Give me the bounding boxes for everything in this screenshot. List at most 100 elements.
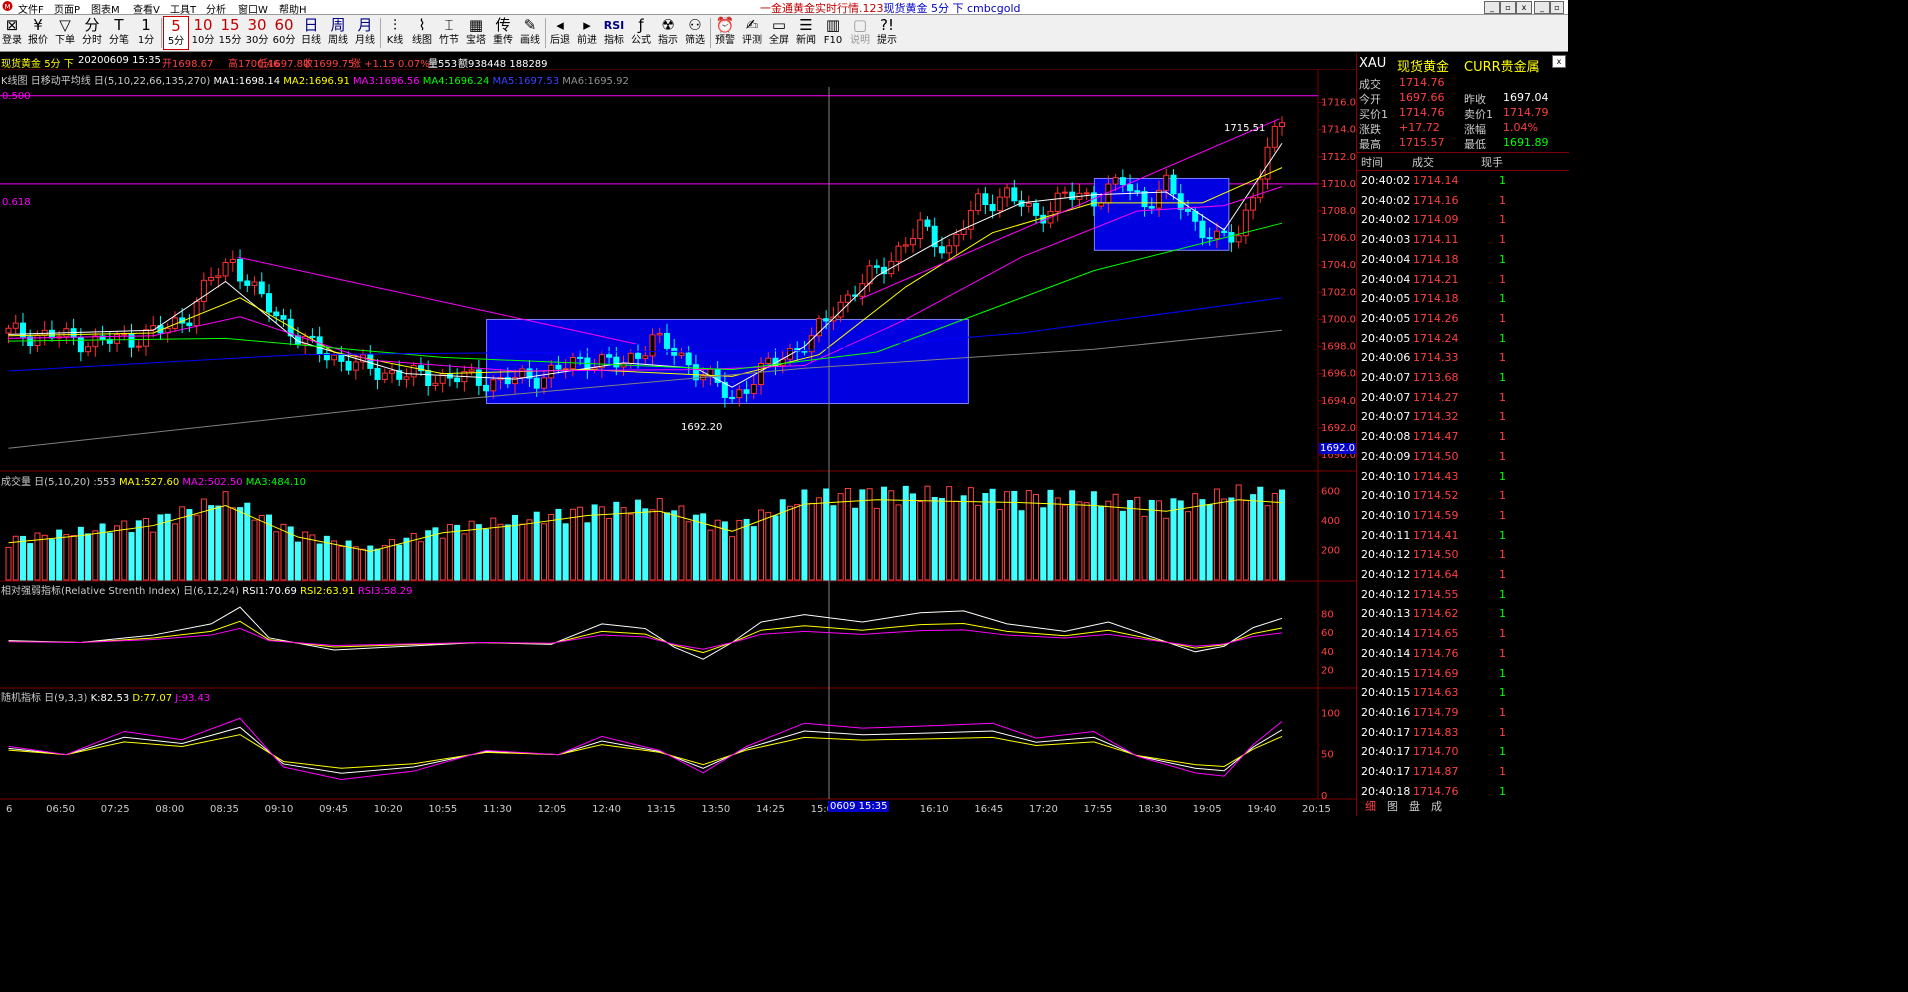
candle-body — [345, 360, 352, 371]
menu-view[interactable]: 查看V — [133, 1, 160, 16]
toolbar-button-27[interactable]: ✍ 评测 — [739, 16, 765, 50]
tick-time: 20:40:10 — [1361, 489, 1411, 503]
toolbar-button-1[interactable]: ¥ 报价 — [25, 16, 51, 50]
toolbar-icon-17: ▦ — [468, 16, 484, 34]
candle-body — [1069, 191, 1076, 200]
menu-page[interactable]: 页面P — [54, 1, 80, 16]
price-tick-label: 1698.0 — [1321, 342, 1356, 353]
status-close: 收1699.75 — [303, 59, 355, 70]
tick-qty: 1 — [1499, 371, 1506, 384]
menu-window[interactable]: 窗口W — [238, 1, 268, 16]
candle-body — [244, 280, 251, 286]
toolbar-button-5[interactable]: 1 1分 — [133, 16, 159, 50]
menu-file[interactable]: 文件F — [18, 1, 44, 16]
toolbar-label-7: 10分 — [191, 35, 215, 46]
window-close-button[interactable]: x — [1516, 1, 1532, 14]
toolbar-button-2[interactable]: ▽ 下单 — [52, 16, 78, 50]
toolbar-button-29[interactable]: ☰ 新闻 — [793, 16, 819, 50]
price-tick-label: 1710.0 — [1321, 179, 1356, 190]
tick-list[interactable]: 20:40:02 1714.14 1 20:40:02 1714.16 1 20:40:02… — [1357, 170, 1569, 799]
candle-body — [280, 315, 287, 320]
candle-body — [519, 368, 526, 379]
candle-body — [873, 265, 880, 268]
candle-body — [844, 294, 851, 303]
quote-tab-1[interactable]: 图 — [1387, 798, 1398, 814]
toolbar-button-25[interactable]: ⚇ 筛选 — [682, 16, 708, 50]
toolbar-button-7[interactable]: 10 10分 — [190, 16, 216, 50]
toolbar-button-13[interactable]: 月月线 — [352, 16, 378, 50]
volume-bar — [909, 493, 916, 581]
toolbar-button-31[interactable]: ▢ 说明 — [847, 16, 873, 50]
toolbar-button-12[interactable]: 周周线 — [325, 16, 351, 50]
toolbar-button-18[interactable]: 传重传 — [490, 16, 516, 50]
child-restore-button[interactable]: ▫ — [1550, 1, 1564, 14]
time-tick-label: 19:05 — [1193, 804, 1222, 815]
toolbar-button-8[interactable]: 15 15分 — [217, 16, 243, 50]
toolbar-icon-8: 15 — [220, 16, 240, 34]
toolbar-button-11[interactable]: 日日线 — [298, 16, 324, 50]
toolbar-button-21[interactable]: ▸ 前进 — [574, 16, 600, 50]
volume-bar — [331, 540, 338, 581]
tick-header: 时间 成交 现手 — [1357, 152, 1569, 169]
toolbar-button-24[interactable]: ☢ 指示 — [655, 16, 681, 50]
toolbar-button-30[interactable]: ▥ F10 — [820, 16, 846, 50]
toolbar-button-23[interactable]: ƒ 公式 — [628, 16, 654, 50]
toolbar-icon-3: 分 — [84, 16, 100, 34]
toolbar-button-10[interactable]: 60 60分 — [271, 16, 297, 50]
quote-label: 最低 — [1464, 138, 1486, 151]
toolbar-button-16[interactable]: ⌶ 竹节 — [436, 16, 462, 50]
toolbar-button-20[interactable]: ◂ 后退 — [547, 16, 573, 50]
toolbar-button-15[interactable]: ⌇ 线图 — [409, 16, 435, 50]
tick-price: 1714.76 — [1413, 784, 1459, 798]
toolbar-button-28[interactable]: ▭ 全屏 — [766, 16, 792, 50]
tick-row: 20:40:17 1714.83 1 — [1359, 726, 1567, 745]
toolbar-label-15: 线图 — [412, 35, 432, 46]
toolbar-label-0: 登录 — [2, 35, 22, 46]
toolbar-button-26[interactable]: ⏰ 预警 — [712, 16, 738, 50]
toolbar-label-19: 画线 — [520, 35, 540, 46]
menu-tools[interactable]: 工具T — [170, 1, 196, 16]
candle-body — [273, 311, 280, 317]
toolbar-button-0[interactable]: ⊠ 登录 — [0, 16, 24, 50]
window-maximize-button[interactable]: ▫ — [1500, 1, 1516, 14]
child-minimize-button[interactable]: _ — [1534, 1, 1550, 14]
candle-body — [1163, 174, 1170, 191]
tick-time: 20:40:14 — [1361, 627, 1411, 641]
volume-bar — [352, 546, 359, 581]
toolbar-button-4[interactable]: T 分笔 — [106, 16, 132, 50]
tick-time: 20:40:02 — [1361, 193, 1411, 207]
volume-bar — [692, 514, 699, 581]
menu-help[interactable]: 帮助H — [279, 1, 307, 16]
menu-chart[interactable]: 图表M — [91, 1, 120, 16]
quote-tab-2[interactable]: 盘 — [1409, 798, 1420, 814]
volume-bar — [294, 541, 301, 581]
toolbar-button-14[interactable]: ⫶ K线 — [382, 16, 408, 50]
candle-body — [917, 219, 924, 240]
candle-body — [1213, 230, 1220, 239]
toolbar-label-23: 公式 — [631, 35, 651, 46]
toolbar-button-9[interactable]: 30 30分 — [244, 16, 270, 50]
time-tick-label: 13:15 — [647, 804, 676, 815]
menu-analysis[interactable]: 分析 — [206, 1, 226, 16]
tick-row: 20:40:14 1714.65 1 — [1359, 627, 1567, 646]
tick-qty: 1 — [1499, 331, 1506, 345]
candle-body — [989, 204, 996, 212]
toolbar-button-19[interactable]: ✎ 画线 — [517, 16, 543, 50]
toolbar-button-17[interactable]: ▦ 宝塔 — [463, 16, 489, 50]
toolbar-button-6[interactable]: 5 5分 — [163, 16, 189, 50]
quote-tab-3[interactable]: 成 — [1431, 798, 1442, 814]
quote-tab-0[interactable]: 细 — [1365, 798, 1376, 814]
vol-ma1: MA1:527.60 — [118, 477, 180, 488]
quote-row-2: 买价1 1714.76 卖价1 1714.79 — [1357, 106, 1569, 121]
toolbar-button-32[interactable]: ?! 提示 — [874, 16, 900, 50]
volume-bar — [569, 508, 576, 581]
toolbar-icon-26: ⏰ — [715, 16, 735, 34]
volume-bar — [92, 530, 99, 581]
candle-body — [678, 352, 685, 356]
toolbar-button-3[interactable]: 分分时 — [79, 16, 105, 50]
window-minimize-button[interactable]: _ — [1484, 1, 1500, 14]
tick-time: 20:40:02 — [1361, 174, 1411, 187]
quote-row-0: 成交 1714.76 — [1357, 76, 1569, 91]
toolbar-button-22[interactable]: RSI 指标 — [601, 16, 627, 50]
tick-qty: 1 — [1499, 252, 1506, 266]
